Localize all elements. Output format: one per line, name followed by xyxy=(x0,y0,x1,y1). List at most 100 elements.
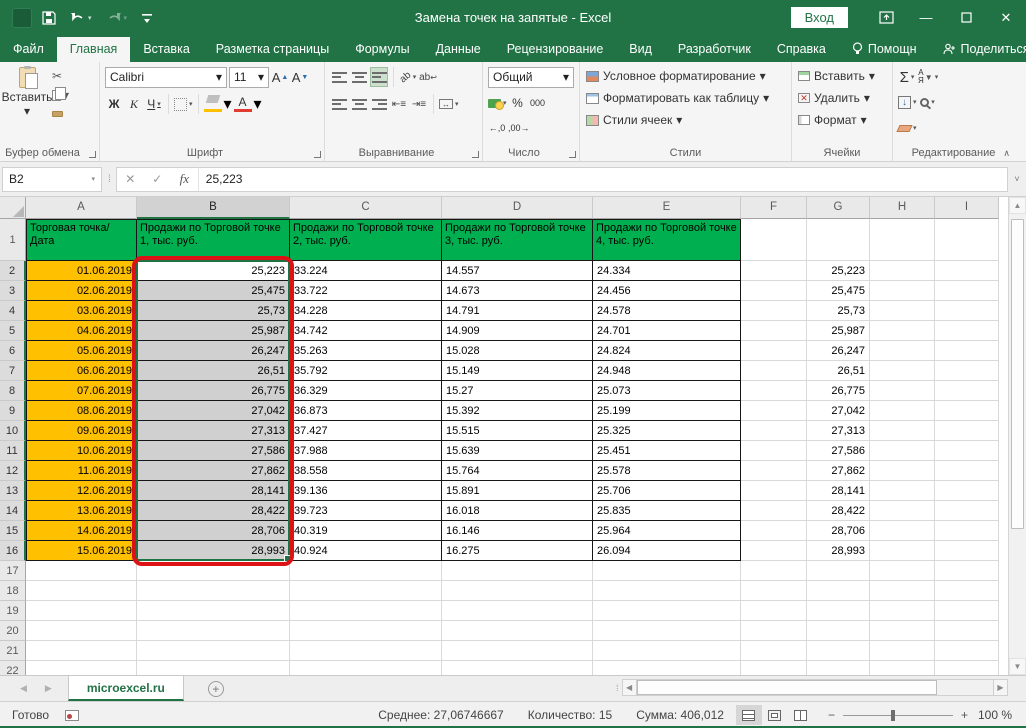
font-color-button[interactable]: А xyxy=(234,95,252,113)
cell-I16[interactable] xyxy=(935,541,999,561)
cell-B15[interactable]: 28,706 xyxy=(137,521,290,541)
increase-font-size-button[interactable]: A▲ xyxy=(271,67,289,87)
increase-decimal-button[interactable]: ←,0 xyxy=(488,118,506,138)
cell-I2[interactable] xyxy=(935,261,999,281)
cell-A12[interactable]: 11.06.2019 xyxy=(26,461,137,481)
cell-H1[interactable] xyxy=(870,219,935,261)
cell-D16[interactable]: 16.275 xyxy=(442,541,593,561)
cell-G2[interactable]: 25,223 xyxy=(807,261,870,281)
cell-F5[interactable] xyxy=(741,321,807,341)
cell-H18[interactable] xyxy=(870,581,935,601)
cell-G18[interactable] xyxy=(807,581,870,601)
tab-Разметка страницы[interactable]: Разметка страницы xyxy=(203,37,342,62)
cell-E12[interactable]: 25.578 xyxy=(593,461,741,481)
tab-Разработчик[interactable]: Разработчик xyxy=(665,37,764,62)
cell-F13[interactable] xyxy=(741,481,807,501)
zoom-slider[interactable] xyxy=(843,715,953,716)
align-right-button[interactable] xyxy=(370,94,388,114)
cell-B14[interactable]: 28,422 xyxy=(137,501,290,521)
row-header-22[interactable]: 22 xyxy=(0,661,26,675)
row-header-18[interactable]: 18 xyxy=(0,581,26,601)
hscroll-splitter[interactable]: ⁞ xyxy=(616,683,618,693)
cell-F7[interactable] xyxy=(741,361,807,381)
align-center-button[interactable] xyxy=(350,94,368,114)
column-header-I[interactable]: I xyxy=(935,197,999,219)
collapse-ribbon-button[interactable]: ∧ xyxy=(1003,148,1010,159)
cell-A22[interactable] xyxy=(26,661,137,675)
cell-F12[interactable] xyxy=(741,461,807,481)
decrease-font-size-button[interactable]: A▼ xyxy=(291,67,309,87)
prev-sheet-button[interactable]: ◀ xyxy=(20,683,27,694)
cell-E19[interactable] xyxy=(593,601,741,621)
cell-I11[interactable] xyxy=(935,441,999,461)
cell-B22[interactable] xyxy=(137,661,290,675)
cell-I15[interactable] xyxy=(935,521,999,541)
cell-A14[interactable]: 13.06.2019 xyxy=(26,501,137,521)
cell-G22[interactable] xyxy=(807,661,870,675)
cell-C19[interactable] xyxy=(290,601,442,621)
cell-E14[interactable]: 25.835 xyxy=(593,501,741,521)
cell-C5[interactable]: 34.742 xyxy=(290,321,442,341)
row-header-9[interactable]: 9 xyxy=(0,401,26,421)
cell-G17[interactable] xyxy=(807,561,870,581)
cell-H20[interactable] xyxy=(870,621,935,641)
cell-D13[interactable]: 15.891 xyxy=(442,481,593,501)
row-header-6[interactable]: 6 xyxy=(0,341,26,361)
insert-function-button[interactable]: fx xyxy=(171,171,198,187)
sign-in-button[interactable]: Вход xyxy=(791,7,848,28)
number-dialog-launcher[interactable] xyxy=(569,151,576,158)
cut-button[interactable]: ✂ xyxy=(52,68,69,84)
tab-Данные[interactable]: Данные xyxy=(423,37,494,62)
cell-A10[interactable]: 09.06.2019 xyxy=(26,421,137,441)
cell-F17[interactable] xyxy=(741,561,807,581)
cell-E16[interactable]: 26.094 xyxy=(593,541,741,561)
cell-G19[interactable] xyxy=(807,601,870,621)
cell-A19[interactable] xyxy=(26,601,137,621)
horizontal-scrollbar[interactable]: ⁞ ◀ ▶ xyxy=(616,679,1008,696)
cell-I14[interactable] xyxy=(935,501,999,521)
increase-indent-button[interactable]: ⇥≡ xyxy=(410,94,428,114)
tab-Помощн[interactable]: Помощн xyxy=(839,37,930,62)
tab-Вставка[interactable]: Вставка xyxy=(130,37,202,62)
cell-G15[interactable]: 28,706 xyxy=(807,521,870,541)
cell-H19[interactable] xyxy=(870,601,935,621)
name-box-splitter[interactable]: ⁞ xyxy=(108,174,110,185)
cell-A8[interactable]: 07.06.2019 xyxy=(26,381,137,401)
align-bottom-button[interactable] xyxy=(370,67,388,87)
cell-D22[interactable] xyxy=(442,661,593,675)
cell-H15[interactable] xyxy=(870,521,935,541)
column-header-D[interactable]: D xyxy=(442,197,593,219)
cell-F3[interactable] xyxy=(741,281,807,301)
cell-B4[interactable]: 25,73 xyxy=(137,301,290,321)
cell-B16[interactable]: 28,993 xyxy=(137,541,290,561)
tab-Справка[interactable]: Справка xyxy=(764,37,839,62)
save-button[interactable] xyxy=(42,11,56,25)
cell-B2[interactable]: 25,223 xyxy=(137,261,290,281)
cell-C18[interactable] xyxy=(290,581,442,601)
cell-F22[interactable] xyxy=(741,661,807,675)
cell-I21[interactable] xyxy=(935,641,999,661)
cell-styles-button[interactable]: Стили ячеек▾ xyxy=(582,109,789,131)
cell-H4[interactable] xyxy=(870,301,935,321)
cell-I3[interactable] xyxy=(935,281,999,301)
undo-button[interactable]: ▾ xyxy=(70,11,92,24)
cell-D6[interactable]: 15.028 xyxy=(442,341,593,361)
row-header-8[interactable]: 8 xyxy=(0,381,26,401)
cell-G16[interactable]: 28,993 xyxy=(807,541,870,561)
cell-I8[interactable] xyxy=(935,381,999,401)
row-header-3[interactable]: 3 xyxy=(0,281,26,301)
cell-F19[interactable] xyxy=(741,601,807,621)
cell-D11[interactable]: 15.639 xyxy=(442,441,593,461)
cell-H10[interactable] xyxy=(870,421,935,441)
cancel-entry-button[interactable]: ✕ xyxy=(117,172,144,186)
borders-button[interactable]: ▾ xyxy=(174,94,193,114)
cell-G3[interactable]: 25,475 xyxy=(807,281,870,301)
cell-A5[interactable]: 04.06.2019 xyxy=(26,321,137,341)
comma-style-button[interactable]: 000 xyxy=(529,93,547,113)
row-header-13[interactable]: 13 xyxy=(0,481,26,501)
cell-G11[interactable]: 27,586 xyxy=(807,441,870,461)
cell-I13[interactable] xyxy=(935,481,999,501)
cell-E1[interactable]: Продажи по Торговой точке 4, тыс. руб. xyxy=(593,219,741,261)
autosum-button[interactable]: Σ▾ xyxy=(898,67,916,87)
zoom-out-button[interactable]: − xyxy=(828,708,835,722)
